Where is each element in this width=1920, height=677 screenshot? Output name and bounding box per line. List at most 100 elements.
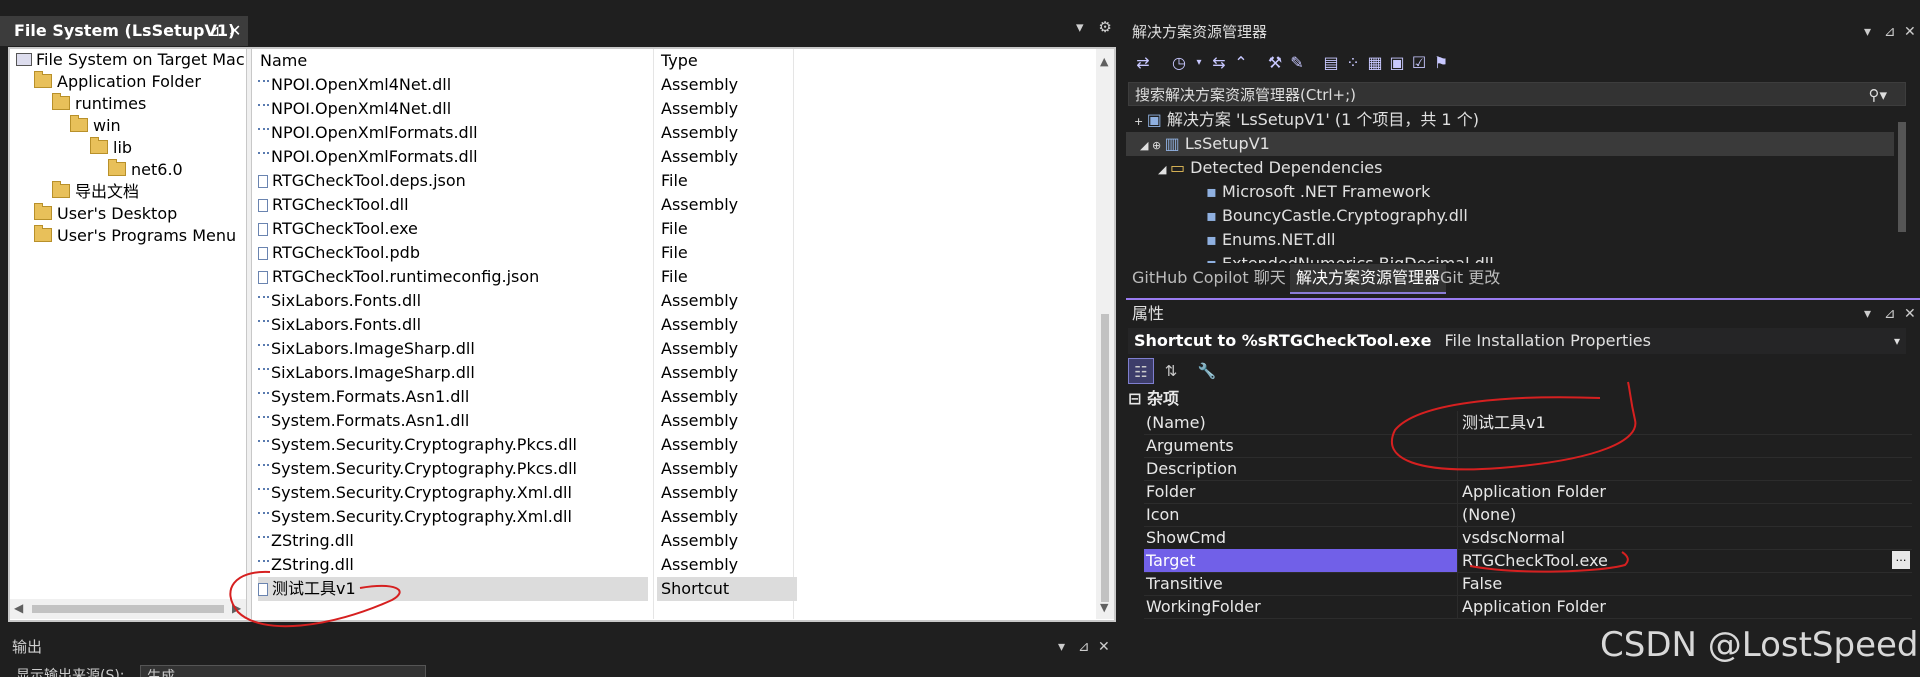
property-row[interactable]: Transitive False [1144, 572, 1912, 596]
file-row[interactable]: NPOI.OpenXml4Net.dll Assembly [252, 97, 1096, 121]
pin-icon[interactable]: ⊿ [1884, 18, 1896, 46]
alphabetical-icon[interactable]: ⇅ [1158, 358, 1184, 384]
solution-tree-item[interactable]: ◢ ⊕ ▥ LsSetupV1 [1126, 132, 1894, 156]
solution-tree-item[interactable]: ▪ Enums.NET.dll [1126, 228, 1894, 252]
expander-icon[interactable]: ◢ [1158, 163, 1170, 176]
property-pages-icon[interactable]: 🔧 [1194, 358, 1220, 384]
switch-view-icon[interactable]: ⇄ [1134, 54, 1152, 72]
file-row[interactable]: RTGCheckTool.runtimeconfig.json File [252, 265, 1096, 289]
property-row[interactable]: Arguments [1144, 434, 1912, 458]
property-value[interactable]: RTGCheckTool.exe [1462, 549, 1912, 572]
tree-item[interactable]: Application Folder [34, 71, 201, 93]
launch-conditions-editor-icon[interactable]: ⚑ [1432, 54, 1450, 72]
properties-object-selector[interactable]: Shortcut to %sRTGCheckTool.exe File Inst… [1128, 328, 1906, 354]
file-system-editor-icon[interactable]: ▤ [1322, 54, 1340, 72]
file-row[interactable]: RTGCheckTool.exe File [252, 217, 1096, 241]
close-icon[interactable]: ✕ [1904, 300, 1916, 328]
tree-item[interactable]: win [70, 115, 121, 137]
file-types-editor-icon[interactable]: ▦ [1366, 54, 1384, 72]
solution-tree-item[interactable]: ▪ ExtendedNumerics.BigDecimal.dll [1126, 252, 1894, 263]
edit-icon[interactable]: ✎ [1288, 54, 1306, 72]
solution-tree-item[interactable]: ▪ Microsoft .NET Framework [1126, 180, 1894, 204]
scroll-right-icon[interactable]: ▶ [232, 601, 241, 615]
tree-item[interactable]: File System on Target Machin [16, 49, 246, 71]
solution-tree-item[interactable]: + ▣ 解决方案 'LsSetupV1' (1 个项目，共 1 个) [1126, 108, 1894, 132]
output-source-select[interactable]: 生成 [140, 665, 426, 677]
tree-item[interactable]: 导出文档 [52, 181, 139, 203]
property-value[interactable]: Application Folder [1462, 480, 1912, 503]
scroll-down-icon[interactable]: ▼ [1100, 601, 1108, 614]
dropdown-arrow-icon[interactable]: ▾ [1864, 300, 1871, 328]
browse-button[interactable]: … [1892, 551, 1910, 569]
file-row[interactable]: System.Security.Cryptography.Pkcs.dll Ass… [252, 433, 1096, 457]
registry-editor-icon[interactable]: ⁘ [1344, 54, 1362, 72]
file-row[interactable]: SixLabors.Fonts.dll Assembly [252, 313, 1096, 337]
solution-explorer-scrollbar[interactable] [1894, 108, 1910, 263]
tool-tab[interactable]: Git 更改 [1434, 264, 1506, 292]
tree-item[interactable]: lib [90, 137, 132, 159]
close-icon[interactable]: ✕ [1904, 18, 1916, 46]
user-interface-editor-icon[interactable]: ▣ [1388, 54, 1406, 72]
file-row[interactable]: RTGCheckTool.pdb File [252, 241, 1096, 265]
search-icon[interactable]: ⚲▾ [1868, 83, 1887, 107]
sync-icon[interactable]: ⇆ [1210, 54, 1228, 72]
file-row[interactable]: RTGCheckTool.deps.json File [252, 169, 1096, 193]
file-row[interactable]: System.Security.Cryptography.Xml.dll Asse… [252, 481, 1096, 505]
property-row[interactable]: ShowCmd vsdscNormal [1144, 526, 1912, 550]
property-value[interactable]: vsdscNormal [1462, 526, 1912, 549]
tree-horizontal-scrollbar[interactable]: ◀ ▶ [10, 599, 246, 619]
file-row[interactable]: SixLabors.ImageSharp.dll Assembly [252, 337, 1096, 361]
scrollbar-thumb[interactable] [1101, 314, 1109, 602]
file-row[interactable]: NPOI.OpenXml4Net.dll Assembly [252, 73, 1096, 97]
categorized-icon[interactable]: ☷ [1128, 358, 1154, 384]
file-row[interactable]: ZString.dll Assembly [252, 529, 1096, 553]
history-icon[interactable]: ◷ [1170, 54, 1188, 72]
scroll-left-icon[interactable]: ◀ [14, 601, 23, 615]
scrollbar-thumb[interactable] [32, 605, 224, 613]
column-header-type[interactable]: Type [661, 49, 698, 73]
file-row[interactable]: System.Security.Cryptography.Pkcs.dll Ass… [252, 457, 1096, 481]
tree-item[interactable]: runtimes [52, 93, 146, 115]
dropdown-arrow-icon[interactable]: ▾ [1864, 18, 1871, 46]
file-row[interactable]: NPOI.OpenXmlFormats.dll Assembly [252, 121, 1096, 145]
file-row[interactable]: System.Security.Cryptography.Xml.dll Asse… [252, 505, 1096, 529]
file-row[interactable]: System.Formats.Asn1.dll Assembly [252, 409, 1096, 433]
close-icon[interactable]: ✕ [228, 16, 241, 46]
property-row[interactable]: Description [1144, 457, 1912, 481]
file-row[interactable]: SixLabors.Fonts.dll Assembly [252, 289, 1096, 313]
solution-tree-item[interactable]: ◢ ▭ Detected Dependencies [1126, 156, 1894, 180]
column-header-name[interactable]: Name [260, 49, 307, 73]
file-row[interactable]: NPOI.OpenXmlFormats.dll Assembly [252, 145, 1096, 169]
file-row[interactable]: ZString.dll Assembly [252, 553, 1096, 577]
collapse-all-icon[interactable]: ⌃ [1232, 54, 1250, 72]
pin-icon[interactable]: ⊿ [207, 16, 220, 46]
property-value[interactable]: False [1462, 572, 1912, 595]
dropdown-arrow-icon[interactable]: ▾ [1190, 54, 1208, 72]
property-value[interactable]: Application Folder [1462, 595, 1912, 618]
property-row[interactable]: (Name) 测试工具v1 [1144, 411, 1912, 435]
gear-icon[interactable]: ⚙ [1098, 18, 1111, 36]
solution-explorer-search-input[interactable]: 搜索解决方案资源管理器(Ctrl+;) ⚲▾ [1128, 82, 1906, 106]
dropdown-arrow-icon[interactable]: ▾ [1894, 328, 1900, 354]
scroll-up-icon[interactable]: ▲ [1100, 55, 1108, 68]
tool-tab[interactable]: 解决方案资源管理器 [1290, 264, 1447, 294]
file-list-vertical-scrollbar[interactable]: ▲ ▼ [1096, 49, 1114, 619]
dropdown-arrow-icon[interactable]: ▾ [1058, 633, 1065, 661]
tree-item[interactable]: User's Programs Menu [34, 225, 236, 247]
file-row[interactable]: SixLabors.ImageSharp.dll Assembly [252, 361, 1096, 385]
tree-item[interactable]: User's Desktop [34, 203, 177, 225]
property-row[interactable]: Icon (None) [1144, 503, 1912, 527]
collapse-icon[interactable]: ⊟ [1128, 389, 1147, 408]
expander-icon[interactable]: ◢ ⊕ [1140, 139, 1165, 152]
tool-tab[interactable]: GitHub Copilot 聊天 [1126, 264, 1292, 292]
property-category[interactable]: ⊟ 杂项 [1128, 388, 1912, 410]
pin-icon[interactable]: ⊿ [1884, 300, 1896, 328]
file-row[interactable]: RTGCheckTool.dll Assembly [252, 193, 1096, 217]
custom-actions-editor-icon[interactable]: ☑ [1410, 54, 1428, 72]
property-row[interactable]: Folder Application Folder [1144, 480, 1912, 504]
property-row[interactable]: Target RTGCheckTool.exe… [1144, 549, 1912, 573]
dropdown-arrow-icon[interactable]: ▾ [1076, 18, 1084, 36]
pin-icon[interactable]: ⊿ [1078, 633, 1090, 661]
property-value[interactable]: (None) [1462, 503, 1912, 526]
solution-tree-item[interactable]: ▪ BouncyCastle.Cryptography.dll [1126, 204, 1894, 228]
